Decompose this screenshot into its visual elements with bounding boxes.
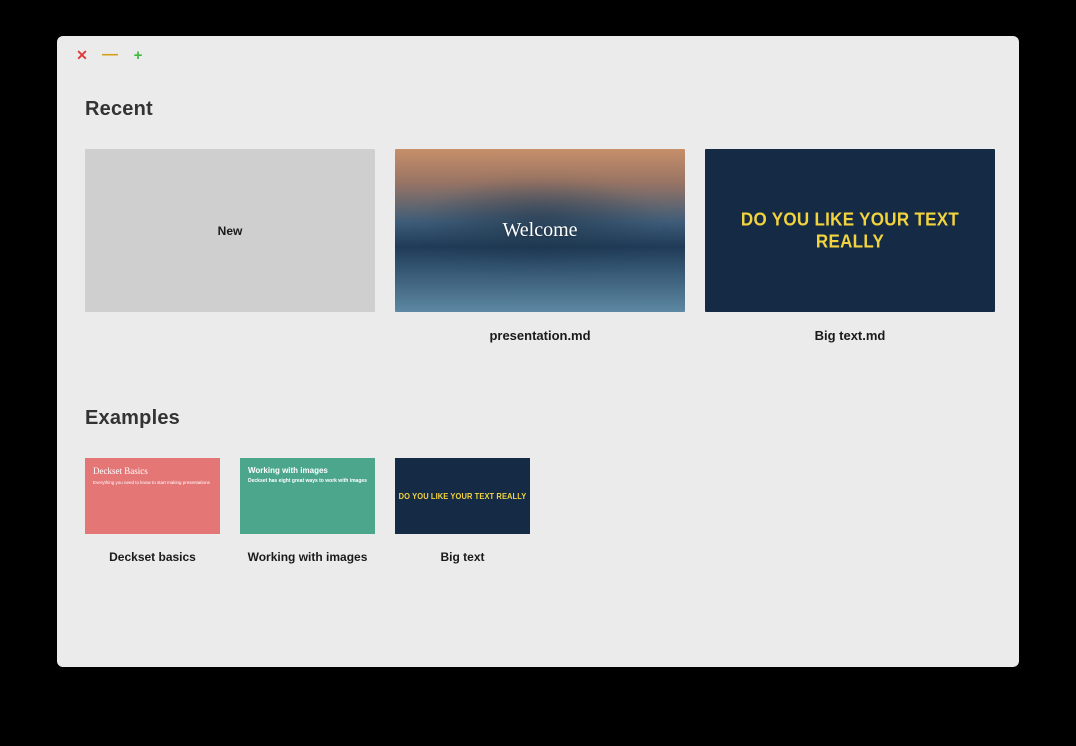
images-thumbnail: Working with images Deckset has eight gr… <box>240 458 375 534</box>
recent-section-title: Recent <box>85 98 991 121</box>
example-card-caption: Deckset basics <box>109 550 196 564</box>
example-card-deckset-basics[interactable]: Deckset Basics Everything you need to kn… <box>85 458 220 564</box>
deckset-thumb-subtitle: Everything you need to know to start mak… <box>93 480 212 486</box>
close-icon[interactable]: ✕ <box>75 48 89 62</box>
bigtext-thumb-label: DO YOU LIKE YOUR TEXT REALLY <box>705 209 995 253</box>
example-card-working-with-images[interactable]: Working with images Deckset has eight gr… <box>240 458 375 564</box>
bigtext-sm-thumb-label: DO YOU LIKE YOUR TEXT REALLY <box>399 491 527 501</box>
new-thumbnail: New <box>85 149 375 312</box>
recent-grid: New Welcome presentation.md DO YOU LIKE … <box>85 149 991 343</box>
examples-grid: Deckset Basics Everything you need to kn… <box>85 458 991 564</box>
app-window: ✕ — + Recent New Welcome presentation.md… <box>57 36 1019 667</box>
example-card-caption: Big text <box>440 550 484 564</box>
maximize-icon[interactable]: + <box>131 48 145 62</box>
recent-card-presentation[interactable]: Welcome presentation.md <box>395 149 685 343</box>
bigtext-sm-thumbnail: DO YOU LIKE YOUR TEXT REALLY <box>395 458 530 534</box>
images-thumb-title: Working with images <box>248 466 367 475</box>
recent-card-bigtext[interactable]: DO YOU LIKE YOUR TEXT REALLY Big text.md <box>705 149 995 343</box>
bigtext-thumbnail: DO YOU LIKE YOUR TEXT REALLY <box>705 149 995 312</box>
example-card-big-text[interactable]: DO YOU LIKE YOUR TEXT REALLY Big text <box>395 458 530 564</box>
welcome-thumb-label: Welcome <box>502 219 577 242</box>
example-card-caption: Working with images <box>248 550 368 564</box>
recent-card-caption: Big text.md <box>815 328 886 343</box>
recent-card-caption: presentation.md <box>489 328 590 343</box>
titlebar: ✕ — + <box>57 36 1019 74</box>
new-thumb-label: New <box>218 224 243 238</box>
deckset-thumbnail: Deckset Basics Everything you need to kn… <box>85 458 220 534</box>
welcome-thumbnail: Welcome <box>395 149 685 312</box>
deckset-thumb-title: Deckset Basics <box>93 466 212 476</box>
examples-section-title: Examples <box>85 407 991 430</box>
images-thumb-subtitle: Deckset has eight great ways to work wit… <box>248 478 367 484</box>
content-area: Recent New Welcome presentation.md DO YO… <box>57 74 1019 604</box>
new-presentation-card[interactable]: New <box>85 149 375 343</box>
minimize-icon[interactable]: — <box>103 48 117 62</box>
